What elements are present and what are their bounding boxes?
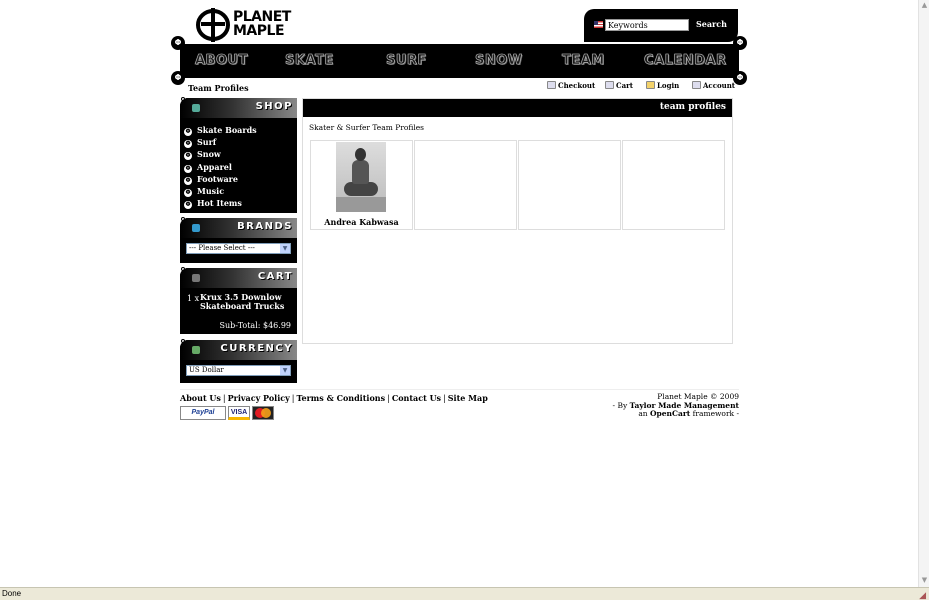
- cart-title: CART: [257, 271, 293, 282]
- cart-box: CART 1 x Krux 3.5 Downlow Skateboard Tru…: [180, 267, 297, 334]
- profile-grid: Andrea Kabwasa: [310, 140, 726, 231]
- mastercard-logo: [252, 406, 274, 420]
- currency-header: CURRENCY: [180, 340, 297, 360]
- category-footware[interactable]: Φ Footware: [184, 173, 297, 185]
- content-heading: team profiles: [303, 99, 732, 117]
- footer-link-contact[interactable]: Contact Us: [392, 393, 441, 403]
- scroll-up-icon[interactable]: ▲: [920, 1, 929, 10]
- footer-links: About Us | Privacy Policy | Terms & Conditio…: [180, 393, 488, 403]
- bullet-icon: Φ: [184, 152, 192, 161]
- bullet-icon: Φ: [184, 128, 192, 136]
- cart-icon: [605, 81, 614, 89]
- profile-card-empty: [622, 140, 725, 230]
- main-content: team profiles Skater & Surfer Team Profi…: [302, 98, 733, 344]
- opencart-link[interactable]: OpenCart: [650, 409, 690, 418]
- category-snow[interactable]: Φ Snow: [184, 148, 297, 161]
- shop-icon: [192, 104, 200, 112]
- paypal-logo: PayPal: [180, 406, 226, 420]
- shop-box: SHOP Φ Skate Boards Φ Surf Φ Snow Φ Apparel …: [180, 97, 297, 213]
- credit-line-3: an OpenCart framework -: [638, 409, 739, 418]
- bullet-icon: Φ: [184, 176, 192, 185]
- nav-surf[interactable]: SURF: [386, 53, 427, 69]
- currency-icon: [192, 346, 200, 354]
- scroll-down-icon[interactable]: ▼: [920, 576, 929, 585]
- cart-item-name[interactable]: Krux 3.5 Downlow Skateboard Trucks: [200, 293, 290, 311]
- mastercard-icon: [255, 408, 271, 418]
- content-subtitle: Skater & Surfer Team Profiles: [309, 123, 425, 132]
- footer-link-terms[interactable]: Terms & Conditions: [296, 393, 385, 403]
- nav-team[interactable]: TEAM: [562, 53, 605, 69]
- cart-header: CART: [180, 268, 297, 288]
- bullet-icon: Φ: [184, 140, 192, 149]
- brands-header: BRANDS: [180, 218, 297, 238]
- resize-grip-icon[interactable]: ◢: [919, 589, 926, 600]
- profile-name[interactable]: Andrea Kabwasa: [311, 217, 412, 227]
- category-list: Φ Skate Boards Φ Surf Φ Snow Φ Apparel Φ Foot…: [180, 118, 297, 210]
- page-title: Team Profiles: [188, 83, 249, 93]
- vertical-scrollbar[interactable]: ▲ ▼: [918, 0, 929, 587]
- brands-icon: [192, 224, 200, 232]
- footer-link-sitemap[interactable]: Site Map: [448, 393, 488, 403]
- status-bar: Done ◢: [0, 587, 929, 600]
- profile-card[interactable]: Andrea Kabwasa: [310, 140, 413, 230]
- brands-select[interactable]: --- Please Select --- ▼: [186, 243, 291, 254]
- shop-header: SHOP: [180, 98, 297, 118]
- logo-text: PLANET MAPLE: [233, 10, 291, 38]
- brands-box: BRANDS --- Please Select --- ▼: [180, 217, 297, 263]
- checkout-icon: [547, 81, 556, 89]
- category-apparel[interactable]: Φ Apparel: [184, 161, 297, 173]
- bullet-icon: Φ: [184, 164, 192, 173]
- brands-title: BRANDS: [237, 221, 293, 232]
- bullet-icon: Φ: [184, 201, 192, 210]
- visa-logo: VISA: [228, 406, 250, 420]
- cart-subtotal: Sub-Total: $46.99: [219, 321, 291, 330]
- cart-link[interactable]: Cart: [605, 80, 633, 92]
- profile-photo[interactable]: [336, 142, 386, 212]
- account-link[interactable]: Account: [692, 80, 735, 92]
- logo-line-1: PLANET: [233, 9, 291, 25]
- nav-skate[interactable]: SKATE: [285, 53, 334, 69]
- nav-about[interactable]: ABOUT: [195, 53, 248, 69]
- category-skate-boards[interactable]: Φ Skate Boards: [184, 124, 297, 136]
- footer-credit: Planet Maple © 2009 - By Taylor Made Man…: [613, 392, 739, 419]
- currency-title: CURRENCY: [220, 343, 293, 354]
- cart-item-qty: 1 x: [187, 294, 200, 303]
- search-box: Search: [584, 9, 738, 42]
- us-flag-icon: [594, 21, 603, 28]
- account-links: Checkout Cart Login Account: [547, 80, 739, 92]
- corner-logo-icon: Φ: [171, 71, 185, 85]
- currency-box: CURRENCY US Dollar ▼: [180, 339, 297, 383]
- search-button[interactable]: Search: [696, 19, 727, 29]
- login-link[interactable]: Login: [646, 80, 679, 92]
- category-surf[interactable]: Φ Surf: [184, 136, 297, 149]
- profile-card-empty: [518, 140, 621, 230]
- logo-line-2: MAPLE: [233, 23, 285, 39]
- cart-box-icon: [192, 274, 200, 282]
- currency-select[interactable]: US Dollar ▼: [186, 365, 291, 376]
- nav-snow[interactable]: SNOW: [475, 53, 523, 69]
- footer-link-about[interactable]: About Us: [180, 393, 221, 403]
- checkout-link[interactable]: Checkout: [547, 80, 595, 92]
- lock-icon: [646, 81, 655, 89]
- footer-divider: [180, 389, 739, 390]
- chevron-down-icon[interactable]: ▼: [280, 244, 290, 253]
- bullet-icon: Φ: [184, 188, 192, 197]
- category-music[interactable]: Φ Music: [184, 185, 297, 197]
- site-logo[interactable]: PLANET MAPLE: [195, 8, 305, 42]
- footer-link-privacy[interactable]: Privacy Policy: [228, 393, 290, 403]
- profile-card-empty: [414, 140, 517, 230]
- chevron-down-icon[interactable]: ▼: [280, 366, 290, 375]
- main-nav: ABOUT SKATE SURF SNOW TEAM CALENDAR: [180, 44, 739, 78]
- search-input[interactable]: [605, 19, 689, 31]
- shop-title: SHOP: [255, 101, 293, 112]
- planet-maple-logo-icon: [196, 8, 230, 42]
- category-hot-items[interactable]: Φ Hot Items: [184, 197, 297, 210]
- status-text: Done: [2, 589, 22, 598]
- nav-calendar[interactable]: CALENDAR: [644, 53, 727, 69]
- account-icon: [692, 81, 701, 89]
